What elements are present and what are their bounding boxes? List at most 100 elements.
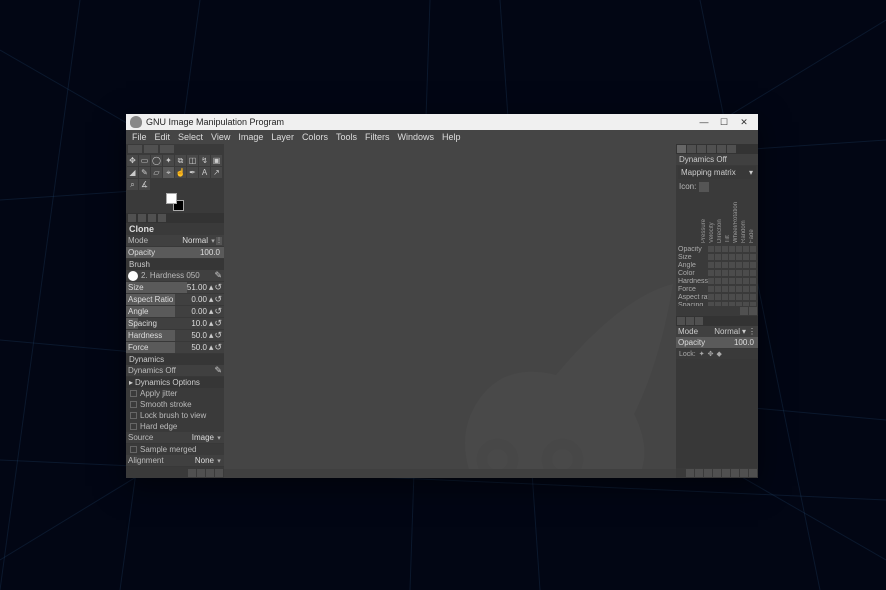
matrix-cell[interactable]: [722, 254, 728, 260]
matrix-cell[interactable]: [715, 294, 721, 300]
matrix-cell[interactable]: [715, 262, 721, 268]
matrix-cell[interactable]: [743, 302, 749, 306]
matrix-cell[interactable]: [708, 278, 714, 284]
matrix-cell[interactable]: [729, 286, 735, 292]
tool-zoom[interactable]: ⌕: [127, 179, 138, 190]
matrix-cell[interactable]: [729, 262, 735, 268]
checkbox[interactable]: [130, 423, 137, 430]
tab-patterns[interactable]: [687, 145, 696, 153]
spin-up-icon[interactable]: ▴: [209, 282, 214, 293]
footer-icon[interactable]: [215, 469, 223, 477]
reset-icon[interactable]: ↺: [214, 294, 222, 305]
menu-view[interactable]: View: [207, 132, 234, 142]
matrix-cell[interactable]: [743, 262, 749, 268]
matrix-cell[interactable]: [722, 246, 728, 252]
footer-icon[interactable]: [206, 469, 214, 477]
footer-icon[interactable]: [749, 307, 757, 315]
spin-up-icon[interactable]: ▴: [209, 306, 214, 317]
tool-gradient[interactable]: ◢: [127, 167, 138, 178]
matrix-cell[interactable]: [708, 262, 714, 268]
alignment-row[interactable]: Alignment None ▾: [126, 455, 224, 467]
checkbox[interactable]: [130, 412, 137, 419]
matrix-cell[interactable]: [750, 246, 756, 252]
matrix-cell[interactable]: [729, 278, 735, 284]
edit-dynamics-icon[interactable]: ✎: [214, 365, 222, 376]
checkbox[interactable]: [130, 446, 137, 453]
matrix-cell[interactable]: [750, 302, 756, 306]
matrix-cell[interactable]: [729, 270, 735, 276]
opacity-slider[interactable]: Opacity 100.0: [126, 247, 224, 259]
tool-clone[interactable]: ⌖: [163, 167, 174, 178]
tab-gradients[interactable]: [697, 145, 706, 153]
lock-pixels-icon[interactable]: ✦: [699, 350, 705, 358]
tool-crop[interactable]: ⧉: [175, 155, 186, 166]
raise-layer-icon[interactable]: [704, 469, 712, 477]
slider-spacing[interactable]: Spacing10.0▴↺: [126, 318, 224, 330]
matrix-cell[interactable]: [736, 254, 742, 260]
matrix-cell[interactable]: [743, 294, 749, 300]
matrix-cell[interactable]: [743, 278, 749, 284]
checkbox[interactable]: [130, 401, 137, 408]
matrix-cell[interactable]: [736, 262, 742, 268]
matrix-cell[interactable]: [722, 270, 728, 276]
tab-more[interactable]: [727, 145, 736, 153]
lock-alpha-icon[interactable]: ◆: [716, 350, 721, 358]
tool-transform[interactable]: ◫: [187, 155, 198, 166]
duplicate-layer-icon[interactable]: [722, 469, 730, 477]
check-hard-edge[interactable]: Hard edge: [126, 421, 224, 432]
reset-icon[interactable]: ↺: [214, 330, 222, 341]
tab-history[interactable]: [717, 145, 726, 153]
opt-tab[interactable]: [128, 214, 136, 222]
layer-opacity-slider[interactable]: Opacity 100.0: [676, 337, 758, 349]
matrix-cell[interactable]: [750, 278, 756, 284]
reset-icon[interactable]: ↺: [214, 282, 222, 293]
check-apply-jitter[interactable]: Apply jitter: [126, 388, 224, 399]
minimize-button[interactable]: —: [694, 115, 714, 129]
matrix-cell[interactable]: [722, 278, 728, 284]
slider-aspect-ratio[interactable]: Aspect Ratio0.00▴↺: [126, 294, 224, 306]
fg-color[interactable]: [166, 193, 177, 204]
tool-eraser[interactable]: ▱: [151, 167, 162, 178]
canvas-area[interactable]: [224, 144, 676, 478]
matrix-cell[interactable]: [722, 302, 728, 306]
matrix-cell[interactable]: [715, 246, 721, 252]
opt-tab[interactable]: [148, 214, 156, 222]
mode-row[interactable]: Mode Normal ▾ ⋮: [126, 235, 224, 247]
titlebar[interactable]: GNU Image Manipulation Program — ☐ ✕: [126, 114, 758, 130]
dyn-icon-button[interactable]: [699, 182, 709, 192]
matrix-cell[interactable]: [743, 246, 749, 252]
menu-image[interactable]: Image: [234, 132, 267, 142]
tool-move[interactable]: ✥: [127, 155, 138, 166]
matrix-cell[interactable]: [743, 286, 749, 292]
matrix-cell[interactable]: [750, 262, 756, 268]
tab-paths[interactable]: [695, 317, 703, 325]
sample-merged-row[interactable]: Sample merged: [126, 444, 224, 455]
menu-colors[interactable]: Colors: [298, 132, 332, 142]
tool-bucket[interactable]: ▣: [211, 155, 222, 166]
matrix-cell[interactable]: [708, 294, 714, 300]
menu-layer[interactable]: Layer: [267, 132, 298, 142]
footer-icon[interactable]: [188, 469, 196, 477]
check-smooth-stroke[interactable]: Smooth stroke: [126, 399, 224, 410]
matrix-cell[interactable]: [715, 270, 721, 276]
matrix-cell[interactable]: [708, 246, 714, 252]
reset-icon[interactable]: ↺: [214, 318, 222, 329]
matrix-cell[interactable]: [736, 278, 742, 284]
matrix-cell[interactable]: [750, 286, 756, 292]
tool-measure[interactable]: ∡: [139, 179, 150, 190]
matrix-cell[interactable]: [736, 246, 742, 252]
matrix-cell[interactable]: [715, 286, 721, 292]
matrix-cell[interactable]: [750, 294, 756, 300]
dynamics-select-row[interactable]: Dynamics Off ✎: [126, 365, 224, 377]
matrix-cell[interactable]: [715, 254, 721, 260]
reset-icon[interactable]: ↺: [214, 306, 222, 317]
matrix-cell[interactable]: [708, 254, 714, 260]
delete-layer-icon[interactable]: [749, 469, 757, 477]
maximize-button[interactable]: ☐: [714, 115, 734, 129]
spin-up-icon[interactable]: ▴: [209, 294, 214, 305]
toolbox-tab[interactable]: [160, 145, 174, 153]
reset-icon[interactable]: ↺: [214, 342, 222, 353]
matrix-cell[interactable]: [743, 254, 749, 260]
anchor-layer-icon[interactable]: [740, 469, 748, 477]
expand-icon[interactable]: ▸: [129, 378, 133, 387]
